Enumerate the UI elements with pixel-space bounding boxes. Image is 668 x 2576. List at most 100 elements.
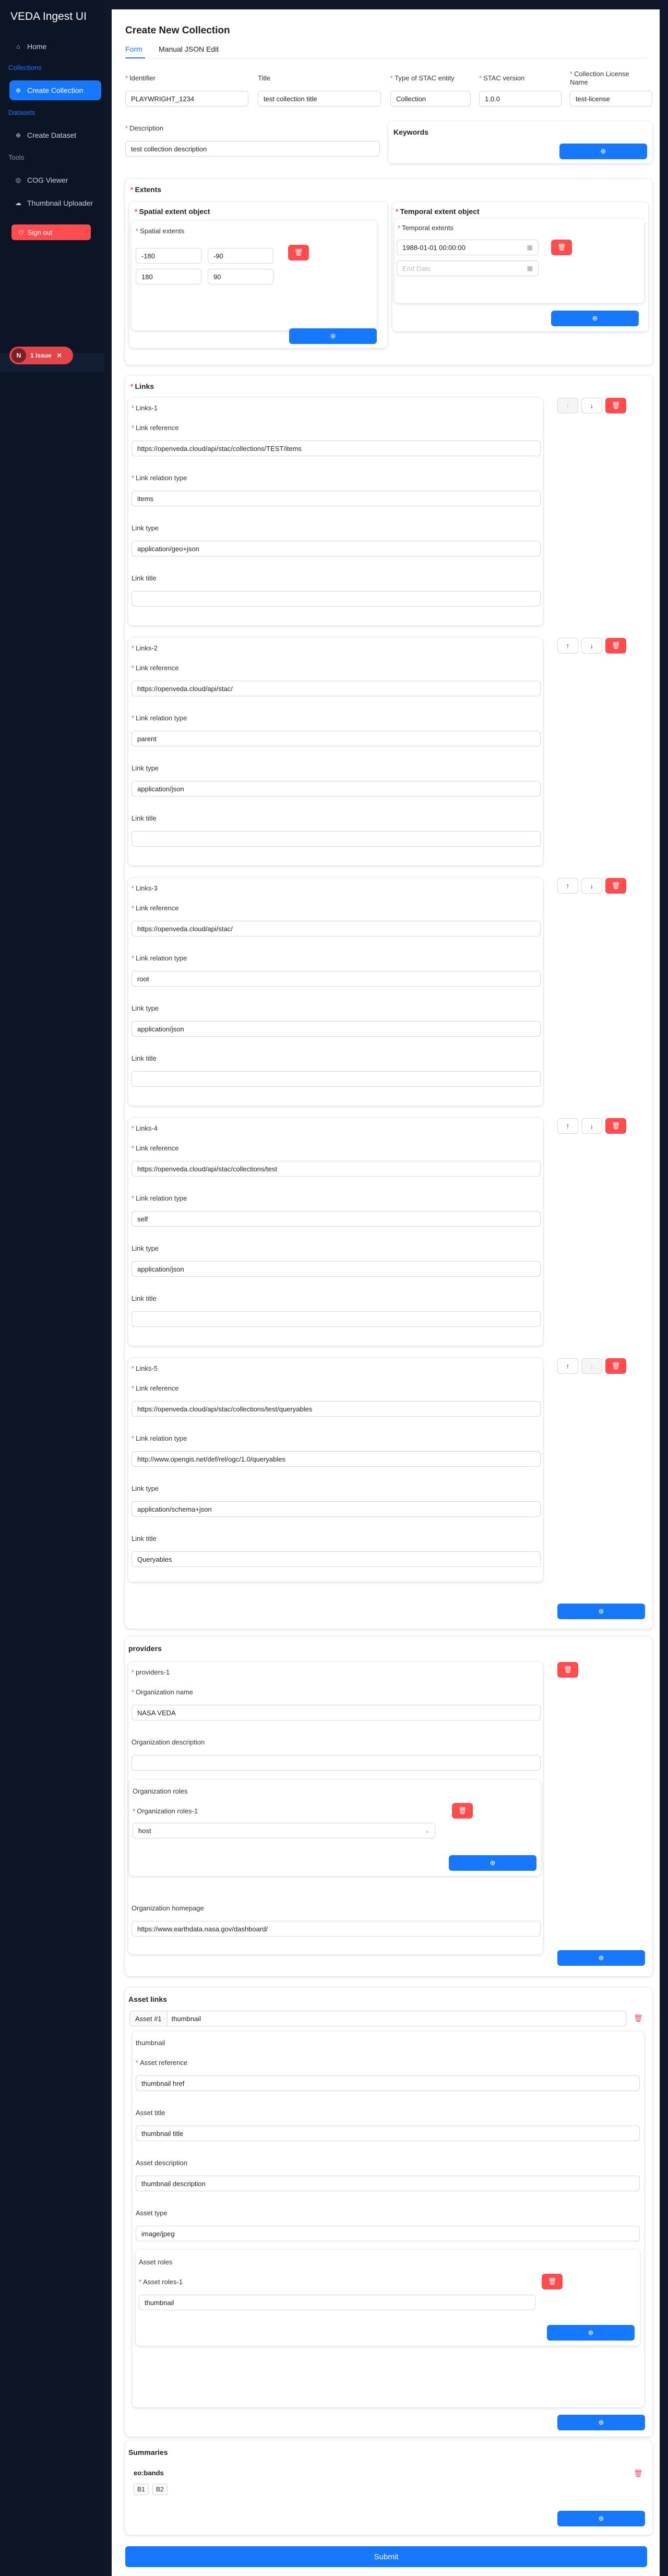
asset-role-input[interactable]: thumbnail [139, 2295, 535, 2310]
start-date-input[interactable]: 1988-01-01 00:00:00 ▦ [397, 240, 539, 255]
asset-type-input[interactable]: image/jpeg [136, 2226, 640, 2241]
nav-create-dataset[interactable]: ⊕ Create Dataset [9, 125, 101, 145]
delete-org-role-button[interactable]: 🗑 [452, 1803, 473, 1819]
move-up-button[interactable]: ↑ [557, 1358, 578, 1374]
link-item-label: * Links-1 [132, 404, 158, 412]
bbox-north-input[interactable]: 90 [208, 269, 273, 284]
tab-form[interactable]: Form [125, 45, 142, 53]
link-title-input[interactable] [132, 1311, 541, 1327]
arrow-down-icon: ↓ [590, 642, 594, 650]
link-type-input[interactable]: application/geo+json [132, 541, 541, 556]
sign-out-button[interactable]: ⏻ Sign out [11, 224, 91, 240]
link-title-input[interactable] [132, 1071, 541, 1087]
identifier-label: * Identifier [125, 74, 156, 82]
end-date-input[interactable]: End Date ▦ [397, 260, 539, 276]
add-provider-button[interactable]: ⊕ [557, 1950, 645, 1966]
asset-roles-card: Asset roles * Asset roles-1 thumbnail 🗑 ⊕ [136, 2250, 640, 2346]
link-title-input[interactable]: Queryables [132, 1551, 541, 1567]
nav-thumbnail-uploader[interactable]: ☁ Thumbnail Uploader [9, 193, 101, 213]
asset-ref-label: * Asset reference [136, 2059, 188, 2067]
spatial-extent-title: * Spatial extent object [135, 207, 210, 216]
link-rel-input[interactable]: parent [132, 731, 541, 746]
move-up-button[interactable]: ↑ [557, 638, 578, 654]
delete-asset-icon[interactable]: 🗑 [634, 2014, 643, 2023]
link-type-input[interactable]: application/json [132, 781, 541, 797]
provider-item-card: * providers-1 * Organization name NASA VED… [128, 1662, 543, 1954]
add-link-button[interactable]: ⊕ [557, 1604, 645, 1619]
bbox-south-input[interactable]: -90 [208, 248, 273, 264]
license-input[interactable]: test-license [570, 91, 652, 106]
asset-description-input[interactable]: thumbnail description [136, 2176, 640, 2191]
add-temporal-extent-button[interactable]: ⊕ [551, 311, 639, 326]
nav-cog-viewer[interactable]: ◎ COG Viewer [9, 170, 101, 190]
add-org-role-button[interactable]: ⊕ [449, 1855, 536, 1871]
issues-badge[interactable]: N 1 Issue ✕ [9, 347, 73, 364]
link-rel-input[interactable]: http://www.opengis.net/def/rel/ogc/1.0/q… [132, 1451, 541, 1467]
sign-out-label: Sign out [27, 228, 53, 236]
move-down-button[interactable]: ↓ [581, 1358, 602, 1374]
identifier-input[interactable]: PLAYWRIGHT_1234 [125, 91, 248, 106]
arrow-down-icon: ↓ [590, 1122, 594, 1130]
tab-manual-json-edit[interactable]: Manual JSON Edit [159, 45, 219, 53]
delete-provider-button[interactable]: 🗑 [557, 1662, 578, 1678]
bbox-west-input[interactable]: -180 [136, 248, 201, 264]
asset-title-input[interactable]: thumbnail title [136, 2126, 640, 2141]
description-input[interactable]: test collection description [125, 141, 380, 157]
delete-link-button[interactable]: 🗑 [605, 1358, 626, 1374]
link-ref-input[interactable]: https://openveda.cloud/api/stac/ [132, 681, 541, 696]
add-asset-role-button[interactable]: ⊕ [547, 2325, 635, 2341]
link-rel-input[interactable]: items [132, 491, 541, 506]
delete-temporal-button[interactable]: 🗑 [551, 240, 572, 255]
link-ref-input[interactable]: https://openveda.cloud/api/stac/collecti… [132, 441, 541, 456]
sidebar: VEDA Ingest UI ⌂ Home Collections ⊕ Create… [0, 0, 104, 2576]
title-input[interactable]: test collection title [258, 91, 381, 106]
move-down-button[interactable]: ↓ [581, 638, 602, 654]
delete-bbox-button[interactable]: 🗑 [288, 245, 309, 260]
description-label: * Description [125, 124, 164, 132]
nav-create-collection[interactable]: ⊕ Create Collection [9, 80, 101, 100]
nav-home-label: Home [27, 42, 47, 51]
move-down-button[interactable]: ↓ [581, 1118, 602, 1134]
delete-link-button[interactable]: 🗑 [605, 398, 626, 413]
nav-home[interactable]: ⌂ Home [9, 37, 101, 56]
move-down-button[interactable]: ↓ [581, 398, 602, 413]
delete-link-button[interactable]: 🗑 [605, 1118, 626, 1134]
org-description-input[interactable] [132, 1755, 541, 1771]
org-name-input[interactable]: NASA VEDA [132, 1705, 541, 1720]
link-type-input[interactable]: application/schema+json [132, 1501, 541, 1517]
delete-link-button[interactable]: 🗑 [605, 878, 626, 894]
close-icon[interactable]: ✕ [57, 352, 62, 359]
submit-button[interactable]: Submit [125, 2546, 647, 2567]
asset-key-input[interactable]: thumbnail [168, 2015, 201, 2023]
add-spatial-extent-button[interactable]: ⊕ [289, 328, 377, 344]
add-asset-button[interactable]: ⊕ [557, 2415, 645, 2430]
delete-summary-icon[interactable]: 🗑 [634, 2469, 643, 2478]
summaries-card: Summaries eo:bands 🗑 B1 B2 ⊕ [125, 2441, 652, 2535]
org-description-label: Organization description [132, 1738, 205, 1746]
type-input[interactable]: Collection [390, 91, 471, 106]
delete-link-button[interactable]: 🗑 [605, 638, 626, 654]
move-up-button[interactable]: ↑ [557, 398, 578, 413]
bbox-east-input[interactable]: 180 [136, 269, 201, 284]
asset-ref-input[interactable]: thumbnail href [136, 2075, 640, 2091]
move-up-button[interactable]: ↑ [557, 1118, 578, 1134]
link-title-input[interactable] [132, 591, 541, 607]
org-role-select[interactable]: host ⌄ [133, 1823, 435, 1838]
link-ref-input[interactable]: https://openveda.cloud/api/stac/collecti… [132, 1401, 541, 1417]
links-card: * Links * Links-1 * Link reference https://op… [125, 376, 652, 1629]
link-type-input[interactable]: application/json [132, 1021, 541, 1037]
add-summary-button[interactable]: ⊕ [557, 2511, 645, 2526]
org-homepage-input[interactable]: https://www.earthdata.nasa.gov/dashboard… [132, 1921, 541, 1937]
delete-asset-role-button[interactable]: 🗑 [542, 2274, 563, 2289]
link-type-input[interactable]: application/json [132, 1261, 541, 1277]
link-rel-input[interactable]: root [132, 971, 541, 987]
link-ref-input[interactable]: https://openveda.cloud/api/stac/ [132, 921, 541, 936]
link-title-input[interactable] [132, 831, 541, 847]
stac-version-input[interactable]: 1.0.0 [479, 91, 562, 106]
link-title-label: Link title [132, 574, 157, 582]
link-ref-input[interactable]: https://openveda.cloud/api/stac/collecti… [132, 1161, 541, 1177]
move-down-button[interactable]: ↓ [581, 878, 602, 894]
add-keyword-button[interactable]: ⊕ [559, 144, 647, 159]
link-rel-input[interactable]: self [132, 1211, 541, 1227]
move-up-button[interactable]: ↑ [557, 878, 578, 894]
